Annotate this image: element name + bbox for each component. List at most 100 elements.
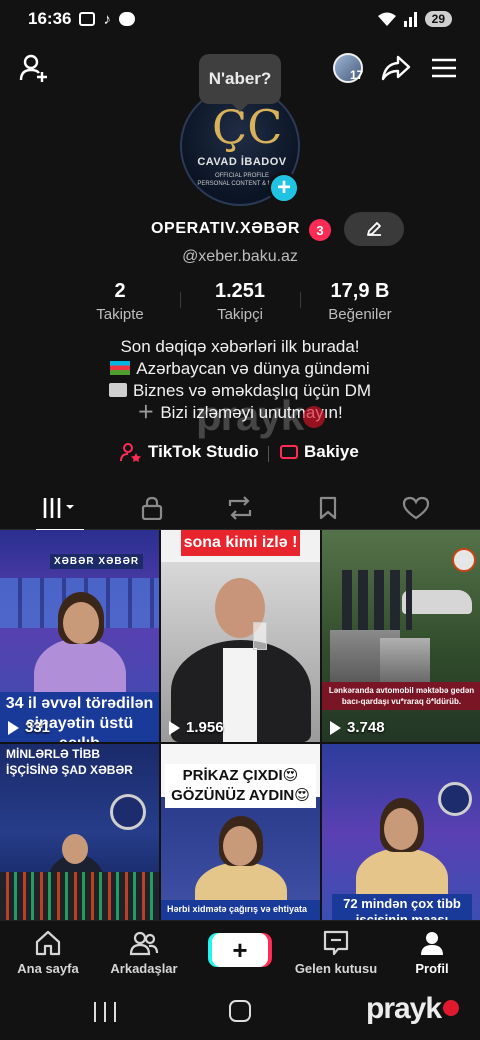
creator-actions: TikTok Studio Bakiye — [0, 442, 480, 466]
nav-label: Ana sayfa — [17, 961, 79, 976]
video-tag: sona kimi izlə ! — [181, 530, 300, 556]
watermark-text: prayk — [366, 992, 442, 1025]
video-title: PRİKAZ ÇIXDI😍 GÖZÜNÜZ AYDIN😍 — [165, 764, 316, 808]
view-count-value: 3.748 — [347, 719, 385, 736]
notification-badge[interactable]: 3 — [309, 219, 331, 241]
recents-button[interactable] — [94, 1002, 116, 1022]
tooltip-text: N'aber? — [208, 69, 272, 88]
child-photo — [380, 638, 430, 682]
name-row: OPERATIV.XƏBƏR 3 — [0, 212, 480, 248]
glass — [253, 622, 267, 650]
grid-videos-icon — [43, 498, 74, 518]
video-thumbnail[interactable]: MİNLƏRLƏ TİBB İŞÇİSİNƏ ŞAD XƏBƏR — [0, 744, 159, 920]
signal-icon — [403, 12, 417, 27]
video-title-line1: PRİKAZ ÇIXDI😍 — [182, 767, 299, 784]
tab-reposts[interactable] — [192, 486, 288, 530]
video-thumbnail[interactable]: sona kimi izlə ! 1.956 — [161, 530, 320, 742]
emblem-icon — [110, 794, 146, 830]
speaker-head — [62, 834, 88, 864]
nav-friends[interactable]: Arkadaşlar — [96, 929, 192, 976]
stat-likes[interactable]: 17,9 B Beğeniler — [300, 280, 420, 328]
bottom-navigation: Ana sayfa Arkadaşlar + Gelen kutusu Prof… — [0, 920, 480, 990]
presenter-head — [223, 826, 257, 866]
video-caption: 72 mindən çox tibb işçisinin maaşı artır… — [332, 894, 472, 920]
avatar-name: CAVAD İBADOV — [197, 156, 287, 168]
stat-followers[interactable]: 1.251 Takipçi — [180, 280, 300, 328]
microphones — [0, 872, 159, 920]
tiktok-notif-icon: ♪ — [103, 10, 111, 28]
view-count-value: 331 — [25, 719, 51, 736]
play-icon — [169, 720, 180, 735]
create-button[interactable]: + — [212, 933, 268, 967]
bio-line-wrap: Azərbaycan və dünya gündəmi — [0, 358, 480, 380]
video-grid: XƏBƏR XƏBƏR 34 il əvvəl törədilən cinayə… — [0, 530, 480, 920]
stat-value: 1.251 — [214, 280, 266, 302]
video-thumbnail[interactable]: XƏBƏR XƏBƏR 34 il əvvəl törədilən cinayə… — [0, 530, 159, 742]
inbox-icon — [323, 930, 349, 956]
video-title-line1: MİNLƏRLƏ TİBB — [6, 747, 101, 761]
play-icon — [330, 720, 341, 735]
video-caption: Lənkəranda avtomobil məktəbə gedən bacı-… — [322, 682, 480, 710]
content-tabs — [0, 486, 480, 531]
video-thumbnail[interactable]: PRİKAZ ÇIXDI😍 GÖZÜNÜZ AYDIN😍 Hərbi xidmə… — [161, 744, 320, 920]
video-subtitle-bar: Hərbi xidmətə çağırış və ehtiyata — [161, 900, 320, 920]
edit-profile-button[interactable] — [344, 212, 404, 246]
heart-icon — [402, 496, 430, 520]
plus-emoji-icon: ＋ — [137, 403, 155, 422]
story-avatar-button[interactable]: 17 — [328, 50, 368, 86]
system-navigation: prayk — [0, 990, 480, 1040]
video-title: MİNLƏRLƏ TİBB İŞÇİSİNƏ ŞAD XƏBƏR — [6, 746, 136, 778]
create-plus-icon: + — [232, 934, 248, 965]
studio-label: TikTok Studio — [148, 442, 259, 461]
watermark-dot — [443, 1000, 460, 1016]
shirt — [223, 648, 257, 742]
wallet-label: Bakiye — [304, 442, 359, 461]
stat-following[interactable]: 2 Takipte — [60, 280, 180, 328]
hamburger-menu-icon — [432, 58, 456, 78]
watermark-overlay: prayk — [196, 392, 326, 440]
wifi-icon — [377, 12, 396, 26]
screen-record-icon — [79, 12, 96, 26]
inbox-tray-icon — [108, 383, 127, 397]
divider — [268, 446, 269, 462]
video-thumbnail[interactable]: 72 mindən çox tibb işçisinin maaşı artır… — [322, 744, 480, 920]
message-notif-icon — [118, 12, 135, 26]
bio-line: Azərbaycan və dünya gündəmi — [136, 359, 370, 378]
video-title-line2: İŞÇİSİNƏ ŞAD XƏBƏR — [6, 763, 133, 777]
nav-label: Arkadaşlar — [110, 961, 178, 976]
add-friend-button[interactable] — [16, 50, 52, 86]
battery-indicator: 29 — [424, 11, 452, 27]
tiktok-studio-button[interactable]: TikTok Studio — [120, 442, 259, 462]
nav-home[interactable]: Ana sayfa — [0, 929, 96, 976]
plus-icon: + — [276, 174, 291, 201]
play-icon — [8, 720, 19, 735]
username: OPERATIV.XƏBƏR — [151, 220, 300, 237]
status-tooltip[interactable]: N'aber? — [199, 54, 281, 112]
tab-liked[interactable] — [368, 486, 464, 530]
tab-private[interactable] — [104, 486, 200, 530]
lock-icon — [141, 496, 163, 520]
channel-logo: XƏBƏR XƏBƏR — [50, 554, 144, 569]
watermark-dot — [303, 406, 326, 428]
watermark-text: prayk — [196, 392, 304, 439]
nav-inbox[interactable]: Gelen kutusu — [288, 929, 384, 976]
stat-label: Beğeniler — [328, 306, 392, 323]
video-thumbnail[interactable]: Lənkəranda avtomobil məktəbə gedən bacı-… — [322, 530, 480, 742]
stat-value: 17,9 B — [330, 280, 390, 302]
nav-profile[interactable]: Profil — [384, 929, 480, 976]
view-count: 331 — [8, 719, 50, 736]
bio-line: Son dəqiqə xəbərləri ilk burada! — [120, 337, 360, 356]
studio-person-icon — [120, 443, 141, 462]
car-shape — [402, 590, 472, 614]
wallet-icon — [280, 445, 298, 459]
share-button[interactable] — [378, 50, 414, 86]
story-count: 17 — [350, 68, 364, 82]
wallet-button[interactable]: Bakiye — [280, 442, 359, 462]
pencil-icon — [367, 222, 381, 236]
tab-favorites[interactable] — [280, 486, 376, 530]
status-bar: 16:36 ♪ 29 — [0, 0, 480, 38]
add-story-button[interactable]: + — [268, 172, 300, 204]
system-home-button[interactable] — [229, 1000, 251, 1022]
tab-videos[interactable] — [12, 486, 108, 531]
menu-button[interactable] — [426, 50, 462, 86]
